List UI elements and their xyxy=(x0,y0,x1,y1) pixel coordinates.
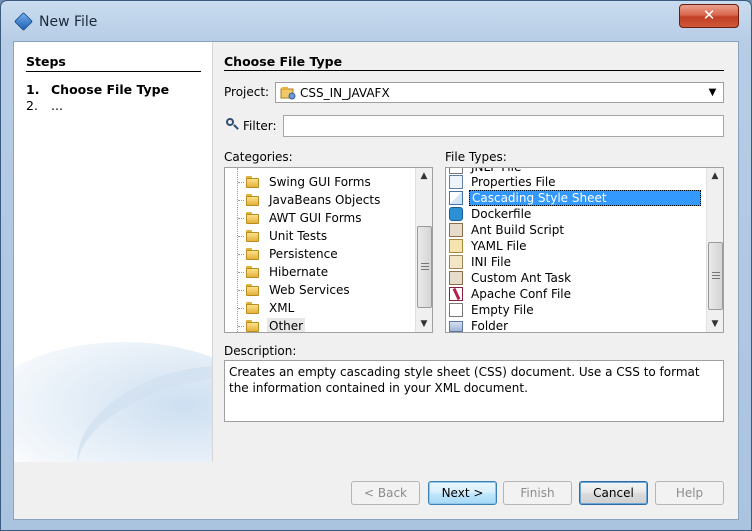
step-label: ... xyxy=(51,98,63,113)
description-text: Creates an empty cascading style sheet (… xyxy=(224,360,724,422)
next-button[interactable]: Next > xyxy=(428,481,497,505)
folder-icon xyxy=(246,302,259,314)
folder-icon xyxy=(246,212,259,224)
docker-icon xyxy=(449,207,463,221)
file-types-scrollbar[interactable]: ▲ ▼ xyxy=(706,168,723,332)
category-item[interactable]: AWT GUI Forms xyxy=(225,210,432,226)
categories-scrollbar[interactable]: ▲ ▼ xyxy=(415,168,432,332)
file-type-item[interactable]: Folder xyxy=(446,318,723,332)
description-label: Description: xyxy=(224,344,297,358)
chevron-down-icon[interactable]: ▼ xyxy=(704,85,721,100)
steps-divider xyxy=(26,71,201,72)
file-type-item[interactable]: Properties File xyxy=(446,174,723,190)
new-file-dialog: New File ✕ Steps 1. Choose File Type 2...… xyxy=(0,0,752,531)
ant-task-icon xyxy=(449,271,463,285)
jnlp-file-icon xyxy=(449,168,463,174)
section-title: Choose File Type xyxy=(224,54,343,69)
yaml-file-icon xyxy=(449,239,463,253)
folder-icon xyxy=(246,284,259,296)
ant-icon xyxy=(449,223,463,237)
finish-button[interactable]: Finish xyxy=(503,481,572,505)
file-type-item[interactable]: Apache Conf File xyxy=(446,286,723,302)
filter-input[interactable] xyxy=(283,115,724,137)
step-label: Choose File Type xyxy=(51,82,170,97)
button-bar: < Back Next > Finish Cancel Help xyxy=(14,462,738,519)
folder-icon xyxy=(449,321,463,332)
category-item[interactable]: JavaBeans Objects xyxy=(225,192,432,208)
project-value: CSS_IN_JAVAFX xyxy=(300,86,390,100)
scroll-thumb[interactable] xyxy=(708,242,723,310)
category-item[interactable]: Persistence xyxy=(225,246,432,262)
project-label: Project: xyxy=(224,85,270,99)
folder-icon xyxy=(246,230,259,242)
category-item[interactable]: XML xyxy=(225,300,432,316)
scroll-up-icon[interactable]: ▲ xyxy=(416,168,432,184)
search-icon xyxy=(226,118,239,130)
scroll-down-icon[interactable]: ▼ xyxy=(416,316,432,332)
filter-label: Filter: xyxy=(243,119,277,133)
steps-title: Steps xyxy=(26,54,66,69)
categories-list[interactable]: Swing GUI Forms JavaBeans Objects AWT GU… xyxy=(224,167,433,333)
file-types-label: File Types: xyxy=(445,150,507,164)
step-2: 2.... xyxy=(26,98,63,113)
category-item[interactable]: Web Services xyxy=(225,282,432,298)
back-button[interactable]: < Back xyxy=(351,481,420,505)
project-icon xyxy=(280,87,296,100)
scroll-thumb[interactable] xyxy=(417,226,432,308)
project-combobox[interactable]: CSS_IN_JAVAFX ▼ xyxy=(275,82,724,103)
ini-file-icon xyxy=(449,255,463,269)
dialog-content: Steps 1. Choose File Type 2.... Choose Fi… xyxy=(13,41,739,520)
empty-file-icon xyxy=(449,303,463,317)
category-item-selected[interactable]: Other xyxy=(225,318,432,332)
category-item[interactable]: Hibernate xyxy=(225,264,432,280)
scroll-up-icon[interactable]: ▲ xyxy=(707,168,723,184)
section-divider xyxy=(224,70,724,71)
step-number: 1. xyxy=(26,82,40,97)
folder-icon xyxy=(246,266,259,278)
file-type-item[interactable]: Ant Build Script xyxy=(446,222,723,238)
folder-icon xyxy=(246,176,259,188)
folder-icon xyxy=(246,194,259,206)
file-type-item[interactable]: Empty File xyxy=(446,302,723,318)
category-item[interactable]: Unit Tests xyxy=(225,228,432,244)
file-type-item[interactable]: Dockerfile xyxy=(446,206,723,222)
title-bar[interactable]: New File ✕ xyxy=(1,1,751,41)
step-number: 2. xyxy=(26,98,38,113)
properties-file-icon xyxy=(449,175,463,189)
scroll-down-icon[interactable]: ▼ xyxy=(707,316,723,332)
close-button[interactable]: ✕ xyxy=(679,4,739,28)
step-1: 1. Choose File Type xyxy=(26,82,169,97)
choose-file-type-panel: Choose File Type Project: CSS_IN_JAVAFX … xyxy=(224,42,730,462)
window-title: New File xyxy=(39,14,98,30)
categories-label: Categories: xyxy=(224,150,293,164)
file-types-list[interactable]: JNLP File Properties File Cascading Styl… xyxy=(445,167,724,333)
css-file-icon xyxy=(449,191,463,205)
folder-icon xyxy=(246,248,259,260)
file-type-item-selected[interactable]: Cascading Style Sheet xyxy=(446,190,723,206)
netbeans-app-icon xyxy=(14,12,33,31)
cancel-button[interactable]: Cancel xyxy=(579,481,648,505)
file-type-item[interactable]: Custom Ant Task xyxy=(446,270,723,286)
category-item[interactable]: Swing GUI Forms xyxy=(225,174,432,190)
file-type-item[interactable]: YAML File xyxy=(446,238,723,254)
steps-panel: Steps 1. Choose File Type 2.... xyxy=(14,42,213,462)
apache-feather-icon xyxy=(449,287,463,301)
file-type-item[interactable]: INI File xyxy=(446,254,723,270)
help-button[interactable]: Help xyxy=(655,481,724,505)
folder-icon xyxy=(246,320,259,332)
